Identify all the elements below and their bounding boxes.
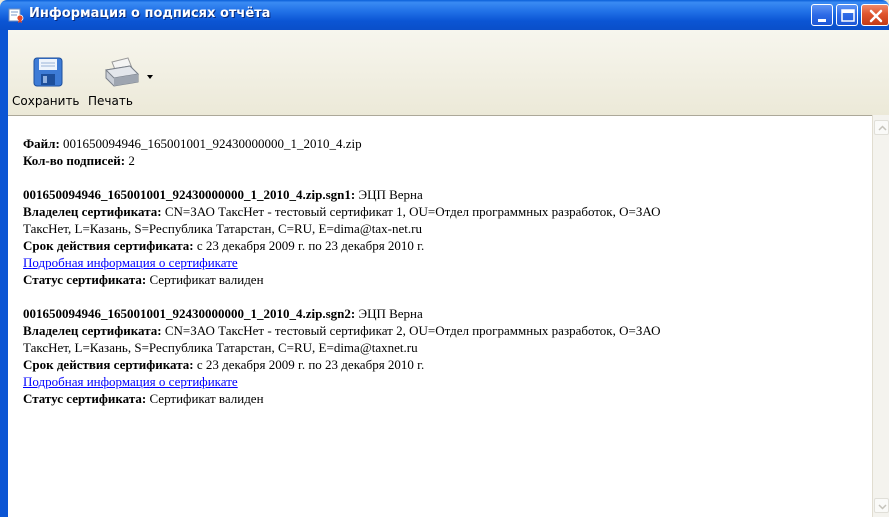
signature-2-name: 001650094946_165001001_92430000000_1_201…: [23, 306, 356, 321]
file-line: Файл: 001650094946_165001001_92430000000…: [23, 135, 863, 152]
maximize-button[interactable]: [836, 4, 858, 26]
signature-1-status: Статус сертификата: Сертификат валиден: [23, 271, 863, 288]
maximize-icon: [841, 9, 855, 22]
certificate-details-link-1[interactable]: Подробная информация о сертификате: [23, 255, 238, 270]
dropdown-arrow-icon[interactable]: [146, 74, 154, 80]
scroll-down-button[interactable]: [874, 498, 889, 513]
certificate-icon: [8, 8, 24, 23]
file-value: 001650094946_165001001_92430000000_1_201…: [59, 136, 362, 151]
signature-2-provider: ЭЦП Верна: [355, 306, 423, 321]
signature-1-owner-cont: ТаксНет, L=Казань, S=Республика Татарста…: [23, 221, 422, 236]
print-button-label: Печать: [88, 94, 133, 108]
status-value: Сертификат валиден: [146, 391, 264, 406]
scroll-up-button[interactable]: [874, 120, 889, 135]
owner-label: Владелец сертификата:: [23, 323, 162, 338]
validity-label: Срок действия сертификата:: [23, 357, 194, 372]
printer-icon: [104, 57, 140, 87]
window-frame-left: [0, 30, 8, 517]
close-button[interactable]: [861, 4, 889, 26]
signature-2-header: 001650094946_165001001_92430000000_1_201…: [23, 305, 863, 322]
signature-1-provider: ЭЦП Верна: [355, 187, 423, 202]
close-icon: [869, 9, 883, 23]
print-button[interactable]: Печать: [88, 54, 168, 112]
signature-1-header: 001650094946_165001001_92430000000_1_201…: [23, 186, 863, 203]
minimize-icon: [818, 19, 826, 22]
title-bar[interactable]: Информация о подписях отчёта: [0, 0, 889, 30]
signature-2-owner: Владелец сертификата: CN=ЗАО ТаксНет - т…: [23, 322, 863, 339]
signature-1-validity: Срок действия сертификата: с 23 декабря …: [23, 237, 863, 254]
window-title: Информация о подписях отчёта: [29, 6, 271, 21]
toolbar: Сохранить Печать: [8, 30, 889, 115]
signature-count-label: Кол-во подписей:: [23, 153, 126, 168]
save-button-label: Сохранить: [12, 94, 80, 108]
signature-2-owner-cont: ТаксНет, L=Казань, S=Республика Татарста…: [23, 340, 418, 355]
signature-1-name: 001650094946_165001001_92430000000_1_201…: [23, 187, 356, 202]
certificate-details-link-2[interactable]: Подробная информация о сертификате: [23, 374, 238, 389]
signature-1-owner: Владелец сертификата: CN=ЗАО ТаксНет - т…: [23, 203, 863, 220]
signature-2-status: Статус сертификата: Сертификат валиден: [23, 390, 863, 407]
signature-info-view: Файл: 001650094946_165001001_92430000000…: [8, 115, 872, 517]
signature-1-details: Подробная информация о сертификате: [23, 254, 863, 271]
signature-count-line: Кол-во подписей: 2: [23, 152, 863, 169]
status-value: Сертификат валиден: [146, 272, 264, 287]
signature-2-details: Подробная информация о сертификате: [23, 373, 863, 390]
vertical-scrollbar[interactable]: [872, 115, 889, 517]
owner-label: Владелец сертификата:: [23, 204, 162, 219]
validity-value: с 23 декабря 2009 г. по 23 декабря 2010 …: [193, 238, 425, 253]
signature-report: Файл: 001650094946_165001001_92430000000…: [23, 135, 863, 407]
status-label: Статус сертификата:: [23, 391, 147, 406]
owner-value: CN=ЗАО ТаксНет - тестовый сертификат 2, …: [161, 323, 661, 338]
scroll-up-arrow-icon: [878, 125, 887, 131]
signature-2-validity: Срок действия сертификата: с 23 декабря …: [23, 356, 863, 373]
scroll-down-arrow-icon: [878, 504, 887, 510]
signature-count-value: 2: [125, 153, 135, 168]
floppy-disk-icon: [33, 57, 63, 87]
report-signatures-window: Информация о подписях отчёта Сохранить П…: [0, 0, 889, 517]
save-button[interactable]: Сохранить: [12, 54, 84, 112]
owner-value: CN=ЗАО ТаксНет - тестовый сертификат 1, …: [161, 204, 661, 219]
validity-value: с 23 декабря 2009 г. по 23 декабря 2010 …: [193, 357, 425, 372]
status-label: Статус сертификата:: [23, 272, 147, 287]
validity-label: Срок действия сертификата:: [23, 238, 194, 253]
minimize-button[interactable]: [811, 4, 833, 26]
file-label: Файл:: [23, 136, 60, 151]
